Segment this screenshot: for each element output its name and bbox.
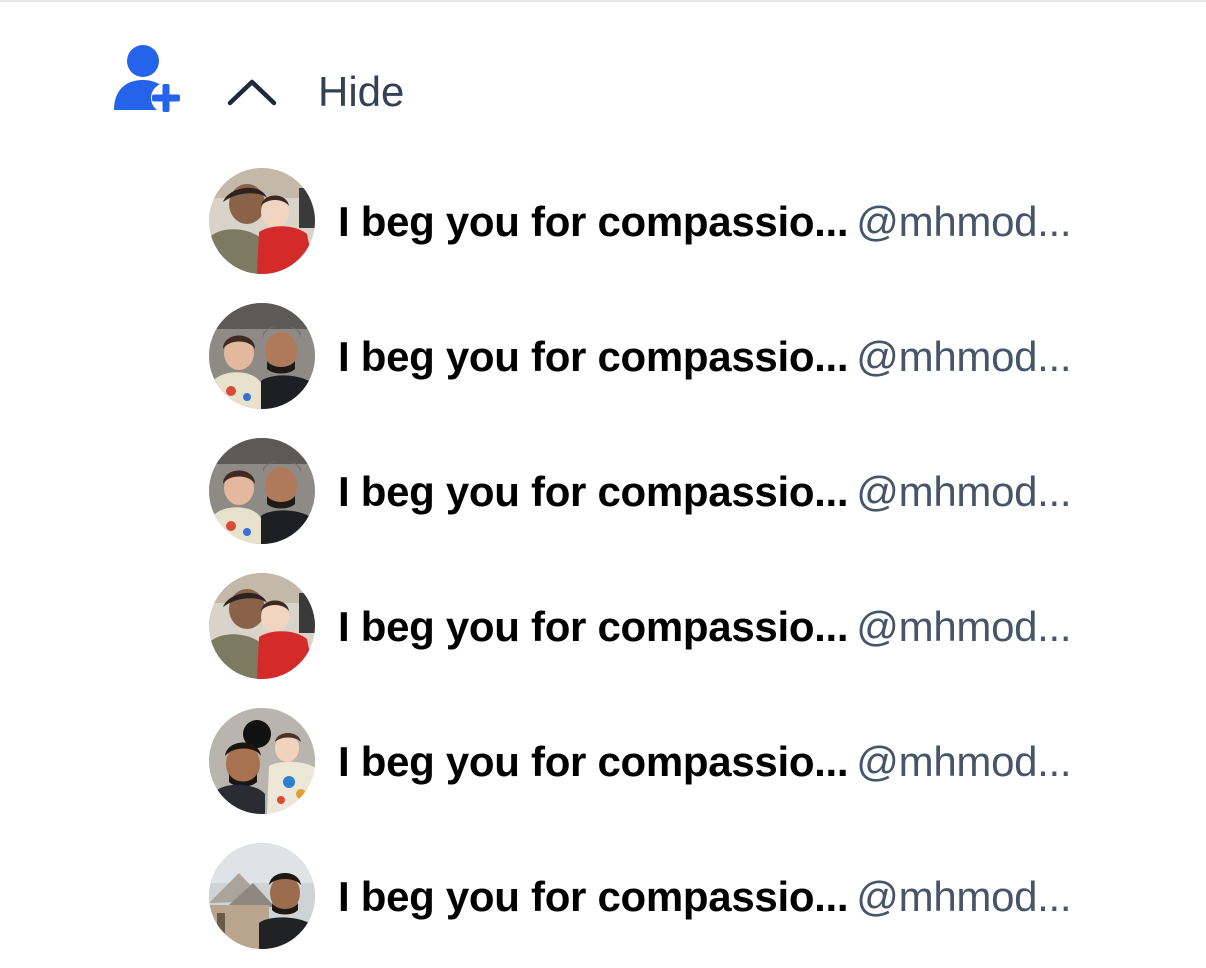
- item-handle: @mhmod...: [856, 468, 1072, 515]
- item-title: I beg you for compassio...: [338, 738, 849, 785]
- item-handle: @mhmod...: [856, 198, 1072, 245]
- item-handle: @mhmod...: [856, 333, 1072, 380]
- item-title: I beg you for compassio...: [338, 198, 849, 245]
- list-item[interactable]: I beg you for compassio... @mhmod...: [0, 698, 1206, 833]
- list-item[interactable]: I beg you for compassio... @mhmod...: [0, 563, 1206, 698]
- avatar: [209, 843, 315, 949]
- list-item[interactable]: I beg you for compassio... @mhmod...: [0, 428, 1206, 563]
- list-item[interactable]: I beg you for compassio... @mhmod...: [0, 158, 1206, 293]
- item-title: I beg you for compassio...: [338, 468, 849, 515]
- item-handle: @mhmod...: [856, 873, 1072, 920]
- avatar: [209, 168, 315, 274]
- list-item[interactable]: I beg you for compassio... @mhmod...: [0, 293, 1206, 428]
- item-title: I beg you for compassio...: [338, 333, 849, 380]
- result-list: I beg you for compassio... @mhmod... I be…: [0, 158, 1206, 968]
- header: Hide: [0, 40, 1206, 140]
- top-divider: [0, 0, 1206, 2]
- item-title: I beg you for compassio...: [338, 873, 849, 920]
- list-item[interactable]: I beg you for compassio... @mhmod...: [0, 833, 1206, 968]
- item-handle: @mhmod...: [856, 738, 1072, 785]
- item-handle: @mhmod...: [856, 603, 1072, 650]
- user-plus-icon[interactable]: [112, 42, 182, 113]
- hide-label: Hide: [318, 68, 405, 115]
- avatar: [209, 303, 315, 409]
- hide-toggle-button[interactable]: Hide: [226, 62, 404, 122]
- avatar: [209, 573, 315, 679]
- item-title: I beg you for compassio...: [338, 603, 849, 650]
- avatar: [209, 438, 315, 544]
- avatar: [209, 708, 315, 814]
- chevron-up-icon: [227, 79, 277, 106]
